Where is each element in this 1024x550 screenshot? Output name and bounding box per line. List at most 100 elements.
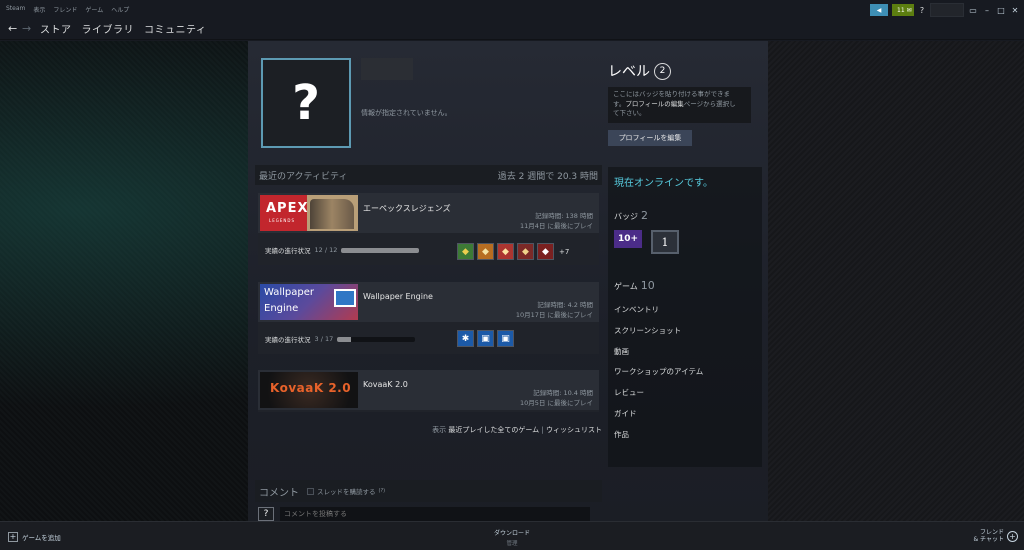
achievement-icon[interactable]: ◆ (517, 243, 534, 260)
friends-chat-button[interactable]: フレンド & チャット + (973, 529, 1018, 543)
game-thumbnail-apex[interactable]: APEX LEGENDS (260, 195, 358, 231)
menu-games[interactable]: ゲーム (85, 5, 103, 14)
game-thumbnail-wallpaper-engine[interactable]: Wallpaper Engine (260, 284, 358, 320)
years-badge[interactable]: 10+ (614, 230, 642, 248)
chat-label: & チャット (973, 536, 1004, 543)
achievement-icon[interactable]: ✱ (457, 330, 474, 347)
achievement-icons: ✱ ▣ ▣ (457, 330, 514, 347)
badge-showcase: 10+ 1 (614, 230, 679, 254)
inventory-link[interactable]: インベントリ (614, 304, 659, 315)
downloads-label: ダウンロード (493, 530, 530, 537)
profile-name (361, 58, 413, 80)
game-hours: 記録時間: 138 時間 (535, 212, 593, 220)
minimize-icon[interactable]: – (982, 6, 992, 15)
menu-help[interactable]: ヘルプ (111, 5, 129, 14)
recent-activity-title: 最近のアクティビティ (259, 171, 348, 182)
level-one-badge[interactable]: 1 (651, 230, 679, 254)
achievement-count: 3 / 17 (314, 335, 334, 343)
close-icon[interactable]: ✕ (1010, 6, 1020, 15)
menu-friends[interactable]: フレンド (53, 5, 77, 14)
achievement-icon[interactable]: ▣ (497, 330, 514, 347)
achievement-bar-fill (341, 247, 420, 253)
downloads-button[interactable]: ダウンロード 管理 (492, 528, 532, 547)
level-heading: レベル 2 (608, 61, 671, 81)
achievement-icon[interactable]: ▣ (477, 330, 494, 347)
game-hours: 記録時間: 10.4 時間 (533, 389, 593, 397)
subscribe-checkbox[interactable] (307, 487, 314, 495)
videos-link[interactable]: 動画 (614, 346, 629, 357)
achievement-label: 実績の進行状況 (265, 336, 311, 344)
all-recent-games-link[interactable]: 最近プレイした全てのゲーム (448, 426, 539, 434)
profile-avatar[interactable]: ? (261, 58, 351, 148)
comment-compose: ? (258, 507, 590, 521)
profile-summary: 情報が指定されていません。 (361, 109, 452, 117)
back-arrow-icon[interactable]: ← (8, 22, 18, 35)
screenshots-link[interactable]: スクリーンショット (614, 325, 681, 336)
account-menu[interactable] (930, 3, 964, 17)
achievement-progress[interactable]: 実績の進行状況 3 / 17 (265, 334, 416, 344)
comments-title: コメント (259, 487, 299, 499)
game-card-kovaak: KovaaK 2.0 KovaaK 2.0 記録時間: 10.4 時間 10月5… (258, 370, 599, 412)
level-badge: 2 (654, 62, 671, 80)
achievement-bar (341, 247, 420, 253)
game-thumbnail-kovaak[interactable]: KovaaK 2.0 (260, 372, 358, 408)
menu-steam[interactable]: Steam (6, 5, 25, 14)
add-game-button[interactable]: + ゲームを追加 (8, 532, 61, 542)
badge-hint-line-1: ここにはバッジを貼り付ける事ができま (613, 90, 730, 98)
guides-link[interactable]: ガイド (614, 408, 637, 419)
plus-icon: + (8, 532, 18, 542)
help-icon[interactable]: ? (918, 6, 926, 15)
game-card-apex: APEX LEGENDS エーペックスレジェンズ 記録時間: 138 時間 11… (258, 193, 599, 265)
badge-hint-line-2: す。プロフィールの編集ページから選択し (613, 99, 736, 108)
nav-community[interactable]: コミュニティ (144, 21, 206, 36)
achievement-icon[interactable]: ◆ (457, 243, 474, 260)
achievement-progress[interactable]: 実績の進行状況 12 / 12 (265, 245, 420, 255)
game-name[interactable]: KovaaK 2.0 (363, 380, 408, 389)
view-separator: | (541, 426, 544, 434)
games-count: 10 (640, 279, 655, 292)
view-links: 表示 最近プレイした全てのゲーム | ウィッシュリスト (432, 425, 602, 435)
badges-link[interactable]: バッジ 2 (614, 209, 648, 222)
more-achievements[interactable]: +7 (559, 243, 569, 260)
menu-bar: Steam 表示 フレンド ゲーム ヘルプ (0, 5, 129, 14)
wishlist-link[interactable]: ウィッシュリスト (546, 426, 602, 434)
add-game-label: ゲームを追加 (22, 534, 61, 542)
level-label: レベル (608, 64, 650, 80)
commenter-avatar: ? (258, 507, 274, 521)
big-picture-icon[interactable]: ▭ (968, 6, 978, 15)
downloads-sub: 管理 (506, 541, 518, 547)
notifications-button[interactable]: 11 ✉ (892, 4, 914, 16)
game-last-played: 11月4日 に最後にプレイ (520, 222, 593, 230)
recent-activity-header: 最近のアクティビティ 過去 2 週間で 20.3 時間 (255, 165, 602, 185)
game-name[interactable]: エーペックスレジェンズ (363, 203, 451, 214)
game-name[interactable]: Wallpaper Engine (363, 292, 433, 301)
workshop-items-link[interactable]: ワークショップのアイテム (614, 366, 703, 377)
forward-arrow-icon[interactable]: → (22, 22, 32, 35)
subscribe-help[interactable]: (?) (379, 488, 386, 494)
games-link[interactable]: ゲーム 10 (614, 279, 655, 292)
achievement-label: 実績の進行状況 (265, 247, 311, 255)
edit-profile-link[interactable]: プロフィールの編集 (625, 100, 683, 108)
envelope-icon: ✉ (906, 6, 912, 14)
achievement-icon[interactable]: ◆ (497, 243, 514, 260)
wallpaper-logo-text-2: Engine (264, 303, 299, 314)
nav-library[interactable]: ライブラリ (82, 21, 135, 36)
reviews-link[interactable]: レビュー (614, 387, 644, 398)
nav-store[interactable]: ストア (40, 21, 72, 36)
edit-profile-button[interactable]: プロフィールを編集 (608, 130, 692, 146)
apex-logo-text: APEX (266, 201, 309, 216)
broadcast-button[interactable]: ◀ (870, 4, 888, 16)
comment-input[interactable] (280, 507, 590, 521)
achievement-icon[interactable]: ◆ (477, 243, 494, 260)
badges-count: 2 (641, 209, 648, 222)
online-status: 現在オンラインです。 (614, 178, 713, 189)
maximize-icon[interactable]: □ (996, 6, 1006, 15)
subscribe-label: スレッドを購読する (317, 488, 376, 496)
profile-sidebar: 現在オンラインです。 バッジ 2 10+ 1 ゲーム 10 インベントリ スクリーン… (608, 167, 762, 467)
artwork-link[interactable]: 作品 (614, 429, 629, 440)
menu-view[interactable]: 表示 (33, 5, 45, 14)
monitor-icon (334, 289, 356, 307)
achievement-icon[interactable]: ◆ (537, 243, 554, 260)
game-last-played: 10月5日 に最後にプレイ (520, 399, 593, 407)
subscribe-thread[interactable]: スレッドを購読する (?) (307, 486, 385, 496)
